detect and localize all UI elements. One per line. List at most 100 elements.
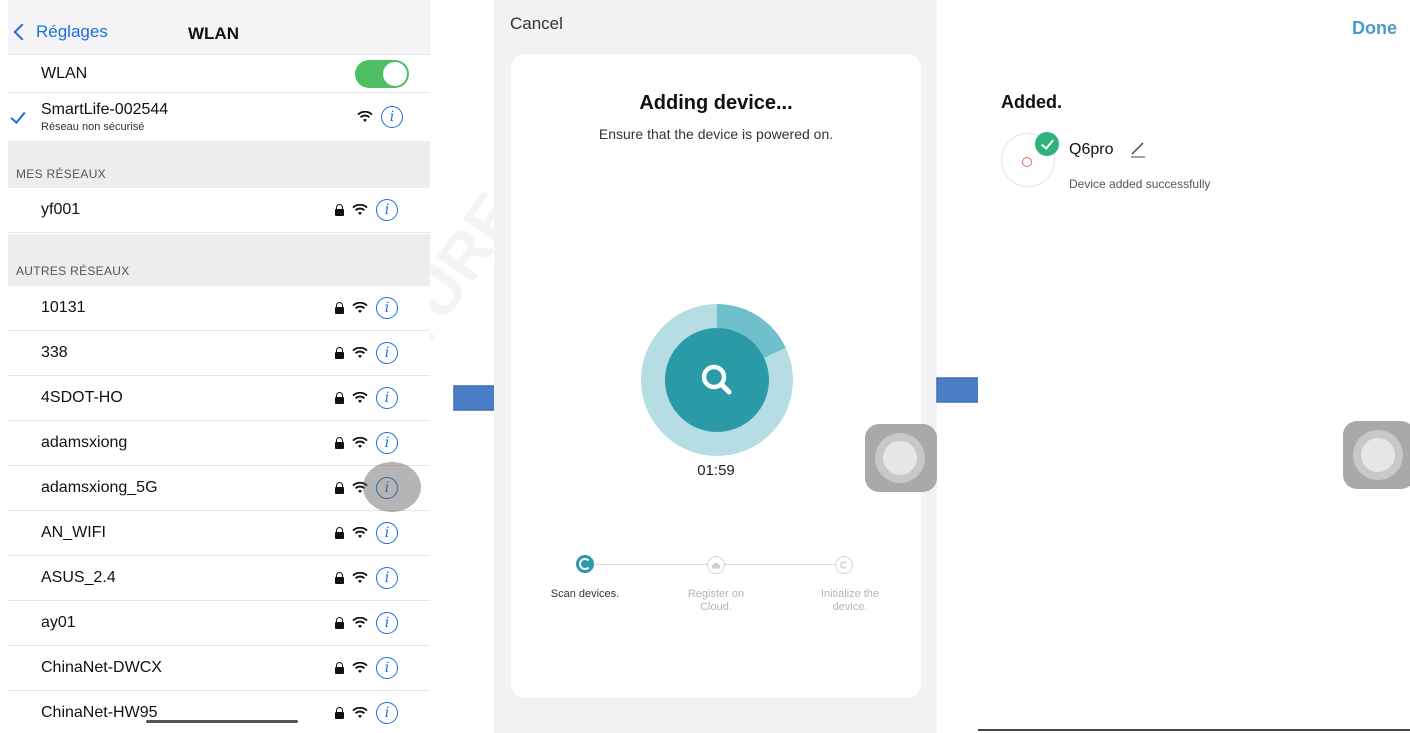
chevron-left-icon: [13, 23, 31, 41]
network-row[interactable]: ChinaNet-HW95 i: [8, 691, 430, 733]
cloud-icon: [707, 556, 725, 574]
done-button[interactable]: Done: [1352, 18, 1397, 39]
divider: [978, 729, 1410, 731]
adding-device-screen: Cancel Adding device... Ensure that the …: [494, 0, 937, 733]
wifi-icon: [352, 302, 368, 313]
network-name: 10131: [41, 299, 86, 316]
wifi-icon: [352, 707, 368, 718]
network-name: ay01: [41, 614, 76, 631]
info-icon[interactable]: i: [381, 106, 403, 128]
network-name: SmartLife-002544: [41, 101, 169, 118]
lock-icon: [335, 572, 344, 584]
network-row[interactable]: ChinaNet-DWCX i: [8, 646, 430, 691]
back-button[interactable]: Réglages: [12, 22, 108, 42]
network-icons: i: [335, 342, 398, 364]
network-row[interactable]: AN_WIFI i: [8, 511, 430, 556]
device-name: Q6pro: [1069, 141, 1114, 158]
network-name: AN_WIFI: [41, 524, 106, 541]
step-label: Register on Cloud.: [687, 588, 745, 613]
lock-icon: [335, 617, 344, 629]
checkmark-icon: [10, 108, 26, 124]
info-icon[interactable]: i: [376, 702, 398, 724]
lock-icon: [335, 707, 344, 719]
info-icon[interactable]: i: [376, 432, 398, 454]
info-icon[interactable]: i: [376, 297, 398, 319]
edit-pencil-icon[interactable]: [1128, 139, 1148, 159]
lock-icon: [335, 347, 344, 359]
wifi-icon: [352, 437, 368, 448]
network-icons: i: [335, 657, 398, 679]
network-name: ChinaNet-HW95: [41, 704, 158, 721]
wifi-icon: [352, 617, 368, 628]
wifi-icon: [352, 347, 368, 358]
network-row[interactable]: yf001 i: [8, 188, 430, 233]
section-label: AUTRES RÉSEAUX: [16, 264, 130, 278]
wifi-icon: [352, 204, 368, 215]
initialize-icon: [835, 556, 853, 574]
cancel-button[interactable]: Cancel: [510, 14, 563, 34]
adding-subtitle: Ensure that the device is powered on.: [598, 126, 834, 142]
search-icon: [701, 364, 732, 395]
info-icon[interactable]: i: [376, 567, 398, 589]
wifi-icon: [352, 572, 368, 583]
assistive-touch-button[interactable]: [1343, 421, 1410, 489]
wifi-icon: [352, 527, 368, 538]
info-icon[interactable]: i: [376, 387, 398, 409]
network-row[interactable]: ASUS_2.4 i: [8, 556, 430, 601]
assistive-touch-button[interactable]: [865, 424, 937, 492]
info-icon[interactable]: i: [376, 342, 398, 364]
progress-ring: [641, 304, 793, 456]
wifi-settings-screen: Réglages WLAN WLAN SmartLife-002544 Rése…: [8, 0, 430, 733]
info-icon[interactable]: i: [376, 199, 398, 221]
info-icon[interactable]: i: [376, 522, 398, 544]
navigation-bar: Réglages WLAN: [8, 0, 430, 54]
network-icons: i: [335, 297, 398, 319]
adding-card: Adding device... Ensure that the device …: [511, 54, 921, 698]
network-row[interactable]: adamsxiong i: [8, 421, 430, 466]
network-name: 338: [41, 344, 68, 361]
step-label: Initialize the device.: [820, 588, 880, 613]
adding-title: Adding device...: [639, 92, 793, 114]
section-label: MES RÉSEAUX: [16, 167, 106, 181]
network-icons: i: [335, 432, 398, 454]
section-header-other-networks: AUTRES RÉSEAUX: [8, 234, 430, 286]
touch-indicator: [363, 462, 421, 512]
network-row[interactable]: 338 i: [8, 331, 430, 376]
page-title: WLAN: [188, 24, 239, 43]
network-icons: i: [335, 567, 398, 589]
network-name: ASUS_2.4: [41, 569, 116, 586]
wifi-icon: [352, 662, 368, 673]
lock-icon: [335, 204, 344, 216]
network-icons: i: [335, 702, 398, 724]
step-label: Scan devices.: [550, 588, 620, 600]
lock-icon: [335, 302, 344, 314]
lock-icon: [335, 482, 344, 494]
wlan-toggle-row: WLAN: [8, 54, 430, 92]
network-name: ChinaNet-DWCX: [41, 659, 162, 676]
device-added-screen: Done Added. Q6pro Device added successfu…: [978, 0, 1410, 733]
network-icons: i: [357, 106, 403, 128]
network-name: yf001: [41, 201, 81, 218]
network-icons: i: [335, 199, 398, 221]
home-indicator[interactable]: [146, 720, 298, 723]
network-row[interactable]: 4SDOT-HO i: [8, 376, 430, 421]
countdown-timer: 01:59: [697, 462, 735, 479]
wifi-icon: [352, 392, 368, 403]
lock-icon: [335, 392, 344, 404]
lock-icon: [335, 662, 344, 674]
network-security-note: Réseau non sécurisé: [41, 121, 145, 133]
network-row[interactable]: 10131 i: [8, 286, 430, 331]
network-name: adamsxiong_5G: [41, 479, 158, 496]
info-icon[interactable]: i: [376, 657, 398, 679]
spinner-icon: [576, 555, 594, 573]
info-icon[interactable]: i: [376, 612, 398, 634]
check-circle-icon: [1035, 132, 1059, 156]
network-icons: i: [335, 387, 398, 409]
network-name: 4SDOT-HO: [41, 389, 123, 406]
network-row[interactable]: ay01 i: [8, 601, 430, 646]
connected-network-row[interactable]: SmartLife-002544 Réseau non sécurisé i: [8, 92, 430, 140]
section-header-my-networks: MES RÉSEAUX: [8, 141, 430, 188]
added-title: Added.: [1001, 92, 1062, 112]
wifi-icon: [357, 111, 373, 122]
wlan-toggle[interactable]: [355, 60, 409, 88]
